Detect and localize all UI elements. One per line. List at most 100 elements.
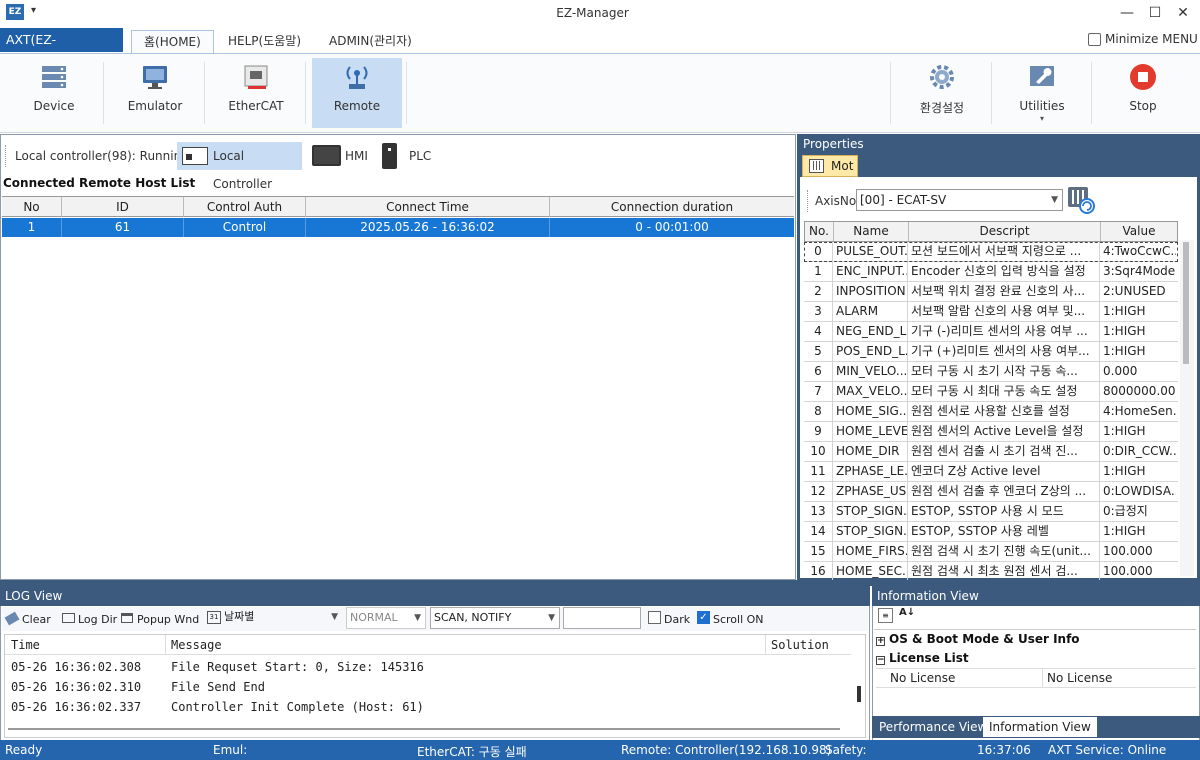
param-value[interactable]: 1:HIGH [1100, 522, 1176, 541]
refresh-parameters-icon[interactable] [1067, 185, 1097, 215]
column-header[interactable]: Value [1101, 222, 1177, 241]
info-group-os[interactable]: + OS & Boot Mode & User Info [874, 630, 1080, 649]
utilities-button[interactable]: Utilities ▾ [997, 58, 1087, 128]
param-value[interactable]: 0:LOWDISA... [1100, 482, 1176, 501]
param-value[interactable]: 1:HIGH [1100, 322, 1176, 341]
maximize-window-button[interactable]: ☐ [1141, 2, 1169, 24]
tab-mot[interactable]: ||| Mot [802, 155, 858, 177]
hmi-button[interactable]: HMI [310, 142, 372, 170]
categorized-view-icon[interactable]: ≡ [878, 608, 893, 623]
parameter-row[interactable]: 4NEG_END_L...기구 (-)리미트 센서의 사용 여부 ...1:HI… [804, 322, 1178, 342]
app-menu-button[interactable]: AXT(EZ-MANAGER) [0, 28, 123, 71]
parameter-row[interactable]: 6 MIN_VELO... 모터 구동 시 초기 시작 구동 속... 0.000 [804, 362, 1178, 382]
license-row[interactable]: No License No License [876, 668, 1196, 688]
log-level-select[interactable]: NORMAL ▼ [346, 607, 426, 629]
parameter-row[interactable]: 2 INPOSITION 서보팩 위치 결정 완료 신호의 사... 2:UNUSED [804, 282, 1178, 302]
plc-icon [382, 143, 397, 169]
column-header[interactable]: Time [11, 638, 40, 652]
parameter-row[interactable]: 8HOME_SIG...원점 센서로 사용할 신호를 설정4:HomeSen..… [804, 402, 1178, 422]
popup-wnd-button[interactable]: Popup Wnd [121, 611, 199, 629]
table-row[interactable]: 1 61 Control 2025.05.26 - 16:36:02 0 - 0… [2, 218, 794, 237]
ribbon: Device Emulator EtherCAT Remote 환경설정 Uti… [0, 53, 1200, 133]
log-filter-select[interactable]: SCAN, NOTIFY ▼ [430, 607, 560, 629]
log-dir-button[interactable]: Log Dir [62, 611, 117, 629]
parameter-row[interactable]: 14 STOP_SIGN... ESTOP, SSTOP 사용 레벨 1:HIGH [804, 522, 1178, 542]
param-value[interactable]: 100.000 [1100, 562, 1176, 581]
parameter-row[interactable]: 0 PULSE_OUT... 모션 보드에서 서보팩 지령으로 ... 4:TwoCc… [804, 242, 1178, 262]
param-value[interactable]: 3:Sqr4Mode [1100, 262, 1176, 281]
remote-button[interactable]: Remote [312, 58, 402, 128]
tab-information-view[interactable]: Information View [983, 717, 1097, 737]
param-value[interactable]: 0:급정지 [1100, 502, 1176, 521]
clear-button[interactable]: Clear [4, 611, 51, 629]
param-value[interactable]: 4:HomeSen... [1100, 402, 1176, 421]
tab-admin[interactable]: ADMIN(관리자) [317, 30, 424, 54]
param-value[interactable]: 0.000 [1100, 362, 1176, 381]
parameter-row[interactable]: 15HOME_FIRS...원점 검색 시 초기 진행 속도(unit...10… [804, 542, 1178, 562]
param-value[interactable]: 1:HIGH [1100, 302, 1176, 321]
param-value[interactable]: 4:TwoCcwC... [1100, 242, 1176, 261]
parameter-row[interactable]: 16 HOME_SEC... 원점 검색 시 최초 원점 센서 검... 100.00… [804, 562, 1178, 582]
log-entry[interactable]: 05-26 16:36:02.337 Controller Init Comple… [11, 700, 424, 714]
log-search-input[interactable] [563, 607, 641, 629]
sort-alpha-icon[interactable]: A↓ [899, 607, 915, 618]
column-header[interactable]: Connection duration [550, 197, 794, 217]
param-value[interactable]: 1:HIGH [1100, 462, 1176, 481]
parameter-row[interactable]: 1 ENC_INPUT... Encoder 신호의 입력 방식을 설정 3:Sqr4… [804, 262, 1178, 282]
minimize-window-button[interactable]: — [1113, 2, 1141, 24]
parameter-row[interactable]: 12 ZPHASE_USE 원점 센서 검출 후 엔코더 Z상의 ... 0:LOWD… [804, 482, 1178, 502]
column-header[interactable]: No [2, 197, 62, 217]
param-name: HOME_DIR [833, 442, 908, 461]
parameter-row[interactable]: 5POS_END_L...기구 (+)리미트 센서의 사용 여부...1:HIG… [804, 342, 1178, 362]
parameter-row[interactable]: 10 HOME_DIR 원점 센서 검출 시 초기 검색 진... 0:DIR_CCW… [804, 442, 1178, 462]
scroll-on-checkbox[interactable]: ✓ [697, 611, 710, 624]
param-value[interactable]: 1:HIGH [1100, 342, 1176, 361]
column-header[interactable]: Name [834, 222, 909, 241]
parameter-row[interactable]: 13 STOP_SIGN... ESTOP, SSTOP 사용 시 모드 0:급정지 [804, 502, 1178, 522]
column-header[interactable]: Message [171, 638, 222, 652]
param-value[interactable]: 8000000.000 [1100, 382, 1176, 401]
column-header[interactable]: ID [62, 197, 184, 217]
log-filter-value: SCAN, NOTIFY [434, 611, 512, 624]
stop-button[interactable]: Stop [1098, 58, 1188, 128]
local-controller-button[interactable]: Local Controller [177, 142, 302, 191]
parameter-row[interactable]: 9 HOME_LEVEL 원점 센서의 Active Level을 설정 1:HIGH [804, 422, 1178, 442]
log-horizontal-scrollbar[interactable] [8, 728, 840, 730]
parameter-row[interactable]: 7 MAX_VELO... 모터 구동 시 최대 구동 속도 설정 8000000.0… [804, 382, 1178, 402]
dark-checkbox[interactable] [648, 611, 661, 624]
ethercat-button[interactable]: EtherCAT [211, 58, 301, 128]
tab-help[interactable]: HELP(도움말) [216, 30, 313, 54]
param-value[interactable]: 1:HIGH [1100, 422, 1176, 441]
column-header[interactable]: Connect Time [306, 197, 550, 217]
param-value[interactable]: 0:DIR_CCW... [1100, 442, 1176, 461]
device-button[interactable]: Device [9, 58, 99, 128]
column-header[interactable]: Solution [771, 638, 829, 652]
column-header[interactable]: Control Auth [184, 197, 306, 217]
parameter-row[interactable]: 11 ZPHASE_LE... 엔코더 Z상 Active level 1:HIGH [804, 462, 1178, 482]
ribbon-divider [406, 62, 407, 124]
toolbar-grip[interactable] [5, 145, 8, 167]
column-header[interactable]: No. [805, 222, 834, 241]
minimize-menu-toggle[interactable]: Minimize MENU [1088, 32, 1198, 46]
param-no: 5 [804, 342, 833, 361]
info-group-license[interactable]: − License List [874, 649, 969, 668]
axis-select[interactable]: [00] - ECAT-SV ▼ [856, 189, 1063, 211]
param-value[interactable]: 100.000 [1100, 542, 1176, 561]
column-header[interactable]: Descript [909, 222, 1101, 241]
tab-home[interactable]: 홈(HOME) [131, 30, 214, 54]
date-filter-select[interactable]: 31 날짜별 ▼ [204, 607, 342, 629]
log-scroll-indicator[interactable] [857, 686, 861, 702]
tab-performance-view[interactable]: Performance View [873, 717, 993, 737]
log-entry[interactable]: 05-26 16:36:02.310 File Send End [11, 680, 265, 694]
close-window-button[interactable]: ✕ [1169, 2, 1197, 24]
toolbar-grip[interactable] [807, 190, 810, 212]
scrollbar-thumb[interactable] [1183, 242, 1189, 364]
settings-button[interactable]: 환경설정 [897, 58, 987, 128]
param-value[interactable]: 2:UNUSED [1100, 282, 1176, 301]
emulator-button[interactable]: Emulator [110, 58, 200, 128]
parameter-row[interactable]: 3 ALARM 서보팩 알람 신호의 사용 여부 및... 1:HIGH [804, 302, 1178, 322]
plc-button[interactable]: PLC [378, 142, 433, 170]
controller-status-label: Local controller(98): Running [15, 149, 189, 163]
info-group-label: License List [889, 651, 969, 665]
log-entry[interactable]: 05-26 16:36:02.308 File Requset Start: 0,… [11, 660, 424, 674]
